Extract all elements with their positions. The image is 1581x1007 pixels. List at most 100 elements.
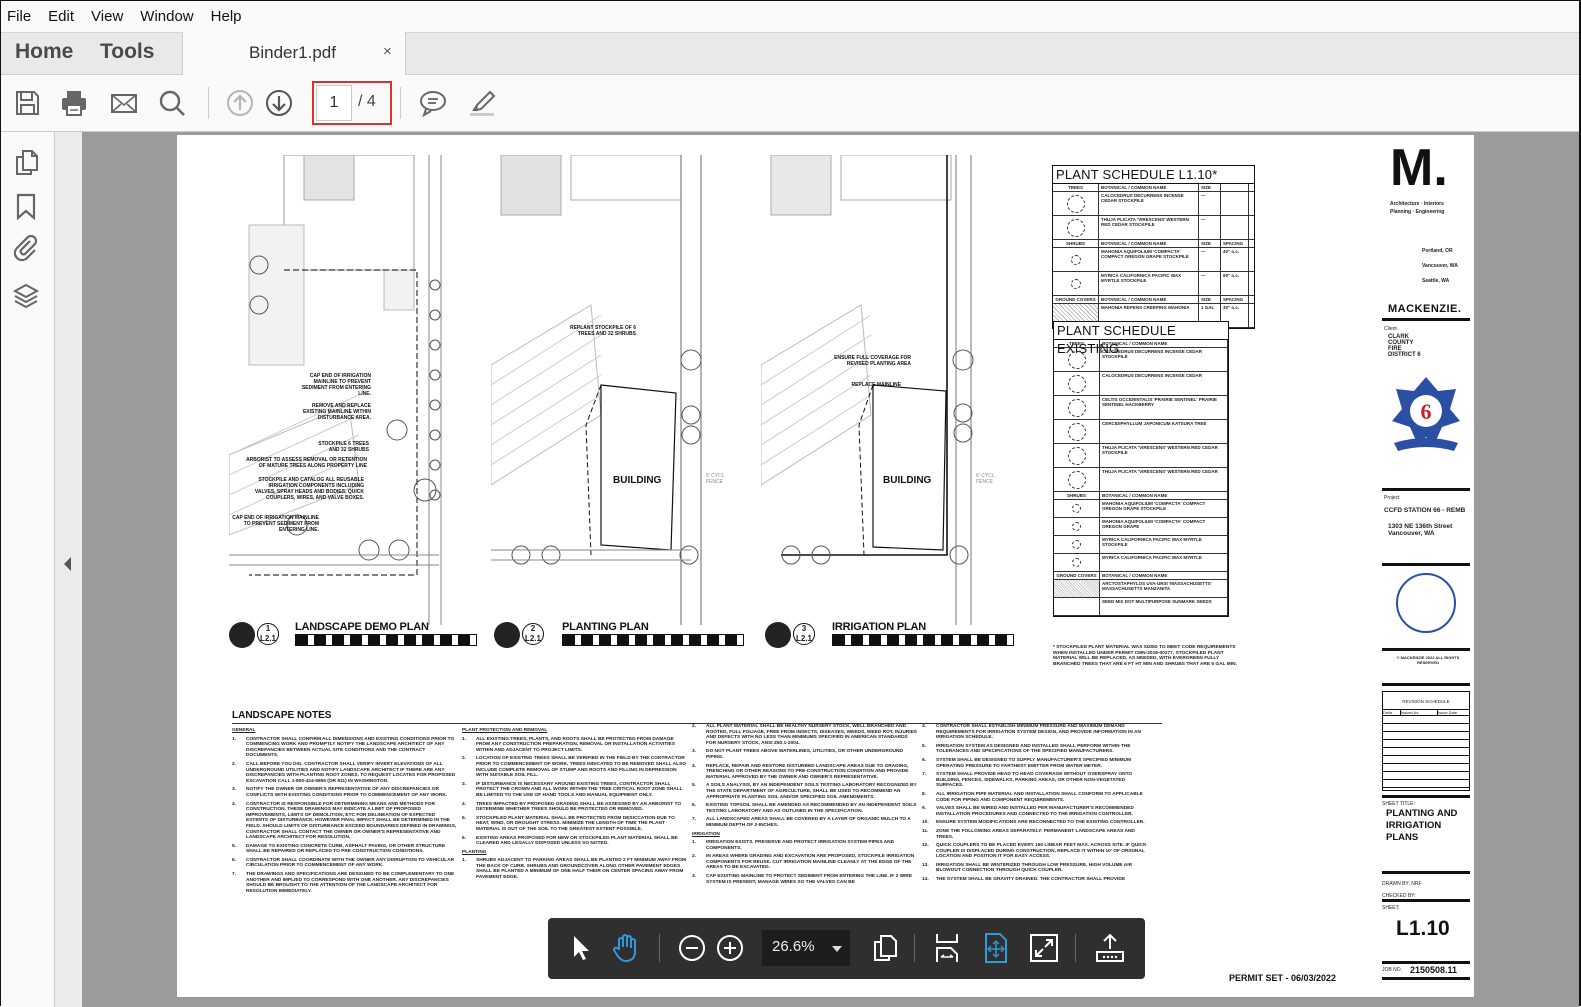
share-upload-button[interactable] <box>1094 932 1126 964</box>
client-name: CLARK COUNTY FIRE DISTRICT 6 <box>1388 334 1421 358</box>
plant-symbol-icon <box>1054 554 1100 571</box>
plan-annotation: CAP END OF IRRIGATION MAINLINE TO PREVEN… <box>301 373 371 397</box>
plant-symbol-icon <box>1054 598 1100 615</box>
note-item: 6. CONTRACTOR SHALL COORDINATE WITH THE O… <box>232 858 457 869</box>
note-number: 1. <box>462 736 467 742</box>
fit-page-button[interactable] <box>980 932 1012 964</box>
close-tab-icon[interactable]: × <box>383 43 392 60</box>
note-item: 2. CALL BEFORE YOU DIG. CONTRACTOR SHALL … <box>232 762 457 784</box>
next-page-button[interactable] <box>263 87 295 119</box>
sheet-number: L1.10 <box>1396 917 1450 940</box>
menu-view[interactable]: View <box>91 8 123 25</box>
toolbar-divider <box>400 87 401 119</box>
note-text: ALL LANDSCAPED AREAS SHALL BE COVERED BY… <box>706 817 911 828</box>
note-item: 4. TREES IMPACTED BY PROPOSED GRADING SHA… <box>462 802 687 813</box>
plan-annotation: STOCKPILE AND CATALOG ALL REUSABLE IRRIG… <box>254 477 364 501</box>
divider <box>1382 961 1470 964</box>
menu-edit[interactable]: Edit <box>48 8 74 25</box>
note-number: 4. <box>462 801 467 807</box>
fit-width-button[interactable] <box>931 932 963 964</box>
schedule-footnote: * STOCKPILED PLANT MATERIAL WAS SIZED TO… <box>1053 645 1237 667</box>
left-navigation-rail <box>1 132 55 1007</box>
document-viewer[interactable]: CAP END OF IRRIGATION MAINLINE TO PREVEN… <box>82 132 1579 1007</box>
plant-symbol-icon <box>1053 192 1099 215</box>
chevron-down-icon <box>832 946 842 952</box>
zoom-level-dropdown[interactable]: 26.6% <box>762 930 850 966</box>
note-text: CONTRACTOR SHALL COORDINATE WITH THE OWN… <box>246 857 455 869</box>
schedule-row: MYRICA CALIFORNICA PACIFIC WAX MYRTLE ST… <box>1053 272 1254 296</box>
note-item: 4. CONTRACTOR IS RESPONSIBLE FOR DETERMIN… <box>232 802 457 841</box>
note-text: CONTRACTOR SHALL ESTABLISH MINIMUM PRESS… <box>936 724 1141 741</box>
note-number: 3. <box>692 874 697 880</box>
full-screen-icon <box>1030 934 1058 962</box>
plant-symbol-icon <box>1054 420 1100 443</box>
fence-label: 6' CYCL FENCE <box>976 473 995 485</box>
note-text: ALL IRRIGATION PIPE MATERIAL AND INSTALL… <box>936 791 1143 803</box>
note-item: 10. ENSURE SYSTEM MODIFICATIONS ARE RECON… <box>922 820 1147 826</box>
plant-symbol-icon <box>1054 518 1100 535</box>
zoom-in-button[interactable] <box>714 932 746 964</box>
schedule-row: MAHONIA AQUIFOLIUM 'COMPACTA' COMPACT OR… <box>1054 500 1228 518</box>
plant-symbol-icon <box>1053 272 1099 295</box>
layers-icon[interactable] <box>12 282 40 310</box>
plant-symbol-icon <box>1054 536 1100 553</box>
comment-button[interactable] <box>417 87 449 119</box>
notes-column-irrigation: 4. CONTRACTOR SHALL ESTABLISH MINIMUM PRE… <box>922 724 1147 886</box>
search-button[interactable] <box>156 87 188 119</box>
note-text: DO NOT PLANT TREES ABOVE WATERLINES, UTI… <box>706 749 903 760</box>
plan-annotation: STOCKPILE 6 TREES AND 32 SHRUBS <box>318 441 369 453</box>
divider <box>1382 318 1470 321</box>
plant-symbol-icon <box>1053 216 1099 239</box>
menu-bar: File Edit View Window Help <box>1 1 1579 32</box>
note-item: 1. CONTRACTOR SHALL CONFIRM ALL DIMENSION… <box>232 737 457 759</box>
pages-icon <box>874 935 897 961</box>
toolbar-divider <box>914 934 915 962</box>
schedule-title: PLANT SCHEDULE L1.10* <box>1053 166 1254 184</box>
collapse-panel-handle[interactable] <box>55 132 82 1007</box>
menu-window[interactable]: Window <box>140 8 193 25</box>
highlighter-icon <box>470 90 496 116</box>
site-plan-drawing <box>760 154 1011 625</box>
bookmark-icon[interactable] <box>12 192 40 220</box>
schedule-row: MAHONIA AQUIFOLIUM 'COMPACTA' COMPACT OR… <box>1053 248 1254 272</box>
schedule-row: SEED MIX DOT MULTIPURPOSE SUNMARK SEEDS <box>1054 598 1228 616</box>
note-number: 6. <box>922 757 927 763</box>
note-item: 1. IRRIGATION EXISTS. PRESERVE AND PROTEC… <box>692 840 917 851</box>
note-number: 7. <box>692 817 697 823</box>
revision-schedule: REVISION SCHEDULE Delta Issued As Issue … <box>1382 691 1470 791</box>
email-button[interactable] <box>108 87 140 119</box>
note-number: 4. <box>692 763 697 769</box>
arrow-up-circle-icon <box>227 90 253 116</box>
comment-icon <box>420 91 446 117</box>
print-button[interactable] <box>58 87 90 119</box>
divider <box>1382 563 1470 566</box>
plan-title: LANDSCAPE DEMO PLAN <box>295 621 429 633</box>
schedule-row: CALOCEDRUS DECURRENS INCENSE CEDAR STOCK… <box>1053 192 1254 216</box>
note-number: 5. <box>462 815 467 821</box>
menu-help[interactable]: Help <box>211 8 242 25</box>
menu-file[interactable]: File <box>7 8 31 25</box>
sheet-title-label: SHEET TITLE: <box>1382 801 1415 807</box>
attachment-icon[interactable] <box>12 234 40 262</box>
previous-page-button[interactable] <box>224 87 256 119</box>
note-text: SYSTEM SHALL BE DESIGNED TO SUPPLY MANUF… <box>936 757 1131 769</box>
page-number-input[interactable]: 1 <box>316 85 352 121</box>
plant-symbol-icon <box>1054 396 1100 419</box>
full-screen-button[interactable] <box>1028 932 1060 964</box>
page-thumbnails-icon[interactable] <box>12 148 40 176</box>
north-arrow-icon <box>494 622 520 648</box>
highlight-button[interactable] <box>466 87 498 119</box>
tab-document[interactable]: Binder1.pdf × <box>182 32 406 76</box>
note-number: 4. <box>232 801 237 807</box>
note-item: 2. IN AREAS WHERE GRADING AND EXCAVATION … <box>692 854 917 871</box>
save-button[interactable] <box>11 87 43 119</box>
zoom-out-button[interactable] <box>676 932 708 964</box>
hand-tool-button[interactable] <box>610 932 642 964</box>
tab-tools[interactable]: Tools <box>100 40 154 64</box>
select-tool-button[interactable] <box>564 932 596 964</box>
divider <box>1382 683 1470 686</box>
tab-home[interactable]: Home <box>15 40 73 64</box>
plan-annotation: CAP END OF IRRIGATION MAINLINE TO PREVEN… <box>232 515 319 533</box>
page-display-button[interactable] <box>868 932 900 964</box>
note-text: IN AREAS WHERE GRADING AND EXCAVATION AR… <box>706 854 915 871</box>
